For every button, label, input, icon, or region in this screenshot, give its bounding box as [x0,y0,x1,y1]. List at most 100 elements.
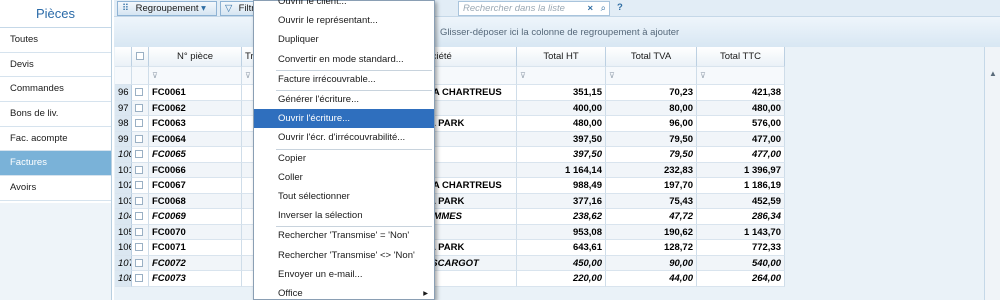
table-row[interactable]: 98FC00634/2017CL0006HOTEL DE LUNA PARK48… [115,116,985,132]
row-checkbox[interactable] [135,274,143,283]
invoice-number-cell: FC0066 [149,162,242,178]
row-checkbox[interactable] [135,119,143,128]
filter-icon[interactable]: ⊽ [152,71,158,80]
table-row[interactable]: 108FC00736/2017CL0003DURAND SARL220,0044… [115,271,985,287]
table-row[interactable]: 107FC00726/2017CL0001BOURGOGNE ESCARGOT4… [115,255,985,271]
context-menu-item[interactable]: Facture irrécouvrable... [254,70,434,89]
filter-cell[interactable]: ⊽ [517,67,606,85]
row-checkbox[interactable] [135,212,143,221]
row-checkbox[interactable] [135,88,143,97]
sidebar-item[interactable]: Commandes [0,77,111,103]
table-row[interactable]: 100FC00654/2017CL0005SOROTEX397,5079,504… [115,147,985,163]
context-menu-item[interactable]: Générer l'écriture... [254,90,434,109]
context-menu-item[interactable]: Dupliquer [254,30,434,49]
invoice-number-cell: FC0071 [149,240,242,256]
row-checkbox[interactable] [135,227,143,236]
table-row[interactable]: 102FC00675/2017CL0002LE RELAIS DE LA CHA… [115,178,985,194]
table-row[interactable]: 106FC00716/2017CL0006HOTEL DE LUNA PARK6… [115,240,985,256]
sidebar-item[interactable]: Avoirs [0,176,111,201]
select-checkbox-cell[interactable] [132,116,149,132]
context-menu-item[interactable]: Ouvrir l'écr. d'irrécouvrabilité... [254,128,434,147]
filter-cell[interactable]: ⊽ [149,67,242,85]
row-number-cell: 98 [115,116,132,132]
select-checkbox-cell[interactable] [132,209,149,225]
context-menu-item[interactable]: Rechercher 'Transmise' = 'Non' [254,226,434,245]
sidebar-item[interactable]: Factures [0,151,111,177]
select-checkbox-cell[interactable] [132,178,149,194]
select-checkbox-cell[interactable] [132,240,149,256]
context-menu-item[interactable]: Inverser la sélection [254,206,434,225]
select-checkbox-cell[interactable] [132,131,149,147]
column-header[interactable]: Total HT [517,47,606,67]
row-checkbox[interactable] [135,165,143,174]
total-ht-cell: 988,49 [517,178,606,194]
table-row[interactable]: 103FC00686/2017CL0006HOTEL DE LUNA PARK3… [115,193,985,209]
table-row[interactable]: 104FC00696/2017CL0007ASS. RELAIS FEMMES2… [115,209,985,225]
grouping-button[interactable]: ⠿ Regroupement ▾ [117,1,217,16]
row-checkbox[interactable] [135,181,143,190]
select-checkbox-cell[interactable] [132,271,149,287]
context-menu-item[interactable]: Envoyer un e-mail... [254,265,434,284]
group-hint: Glisser-déposer ici la colonne de regrou… [440,27,680,38]
context-menu-item[interactable]: Ouvrir le client... [254,0,434,11]
group-drop-zone[interactable]: Glisser-déposer ici la colonne de regrou… [114,17,1000,47]
filter-cell[interactable]: ⊽ [697,67,785,85]
context-menu-item[interactable]: Coller [254,168,434,187]
total-ht-cell: 397,50 [517,131,606,147]
context-menu-item[interactable]: Ouvrir le représentant... [254,11,434,30]
row-checkbox[interactable] [135,134,143,143]
row-checkbox[interactable] [135,258,143,267]
invoice-number-cell: FC0064 [149,131,242,147]
search-icon[interactable]: ⌕ [601,2,606,15]
scroll-up-icon[interactable]: ▲ [989,69,997,78]
sidebar-item[interactable]: Toutes [0,28,111,53]
select-checkbox-cell[interactable] [132,100,149,116]
select-checkbox-cell[interactable] [132,162,149,178]
row-checkbox[interactable] [135,196,143,205]
row-checkbox[interactable] [135,243,143,252]
table-row[interactable]: 105FC00706/2017CL0003DURAND SARL953,0819… [115,224,985,240]
filter-icon[interactable]: ⊽ [245,71,251,80]
context-menu-item[interactable]: Office ▸ [254,284,434,300]
filter-icon[interactable]: ⊽ [700,71,706,80]
vertical-scrollbar[interactable]: ▲ [984,47,1000,300]
context-menu-item[interactable]: Ouvrir l'écriture... [254,109,434,129]
table-row[interactable]: 99FC00644/2017CL0005SOROTEX397,5079,5047… [115,131,985,147]
clear-icon[interactable]: × [587,2,593,15]
column-header[interactable]: N° pièce [149,47,242,67]
table-row[interactable]: 101FC00665/2017CL0005SOROTEX1 164,14232,… [115,162,985,178]
context-menu-item[interactable]: Copier [254,149,434,168]
row-number-cell: 107 [115,255,132,271]
row-checkbox[interactable] [135,103,143,112]
column-header[interactable]: Total TTC [697,47,785,67]
table-row[interactable]: 97FC00623/2017CL0005SOROTEX400,0080,0048… [115,100,985,116]
context-menu-item[interactable]: Rechercher 'Transmise' <> 'Non' [254,246,434,265]
filter-icon[interactable]: ⊽ [609,71,615,80]
table-row[interactable]: 96FC00613/2017CL0002LE RELAIS DE LA CHAR… [115,85,985,101]
filter-cell[interactable]: ⊽ [606,67,697,85]
menu-item-label: Envoyer un e-mail... [278,268,363,280]
help-icon[interactable]: ? [617,2,623,13]
sidebar-item[interactable]: Devis [0,53,111,78]
context-menu-item[interactable]: Convertir en mode standard... [254,50,434,69]
menu-item-label: Inverser la sélection [278,210,363,222]
select-checkbox-cell[interactable] [132,255,149,271]
sidebar-empty-area [0,203,111,300]
select-checkbox-cell[interactable] [132,224,149,240]
menu-item-label: Convertir en mode standard... [278,53,404,65]
row-number-cell: 102 [115,178,132,194]
total-ht-cell: 643,61 [517,240,606,256]
menu-item-label: Office [278,288,303,299]
select-checkbox-cell[interactable] [132,85,149,101]
select-checkbox-cell[interactable] [132,147,149,163]
total-ttc-cell: 421,38 [697,85,785,101]
row-checkbox[interactable] [135,150,143,159]
select-checkbox-cell[interactable] [132,193,149,209]
column-header[interactable]: Total TVA [606,47,697,67]
select-all-checkbox[interactable] [136,52,144,61]
sidebar-item[interactable]: Bons de liv. [0,102,111,127]
search-input[interactable]: Rechercher dans la liste × ⌕ [458,1,610,16]
sidebar-item[interactable]: Fac. acompte [0,127,111,152]
context-menu-item[interactable]: Tout sélectionner [254,187,434,206]
filter-icon[interactable]: ⊽ [520,71,526,80]
